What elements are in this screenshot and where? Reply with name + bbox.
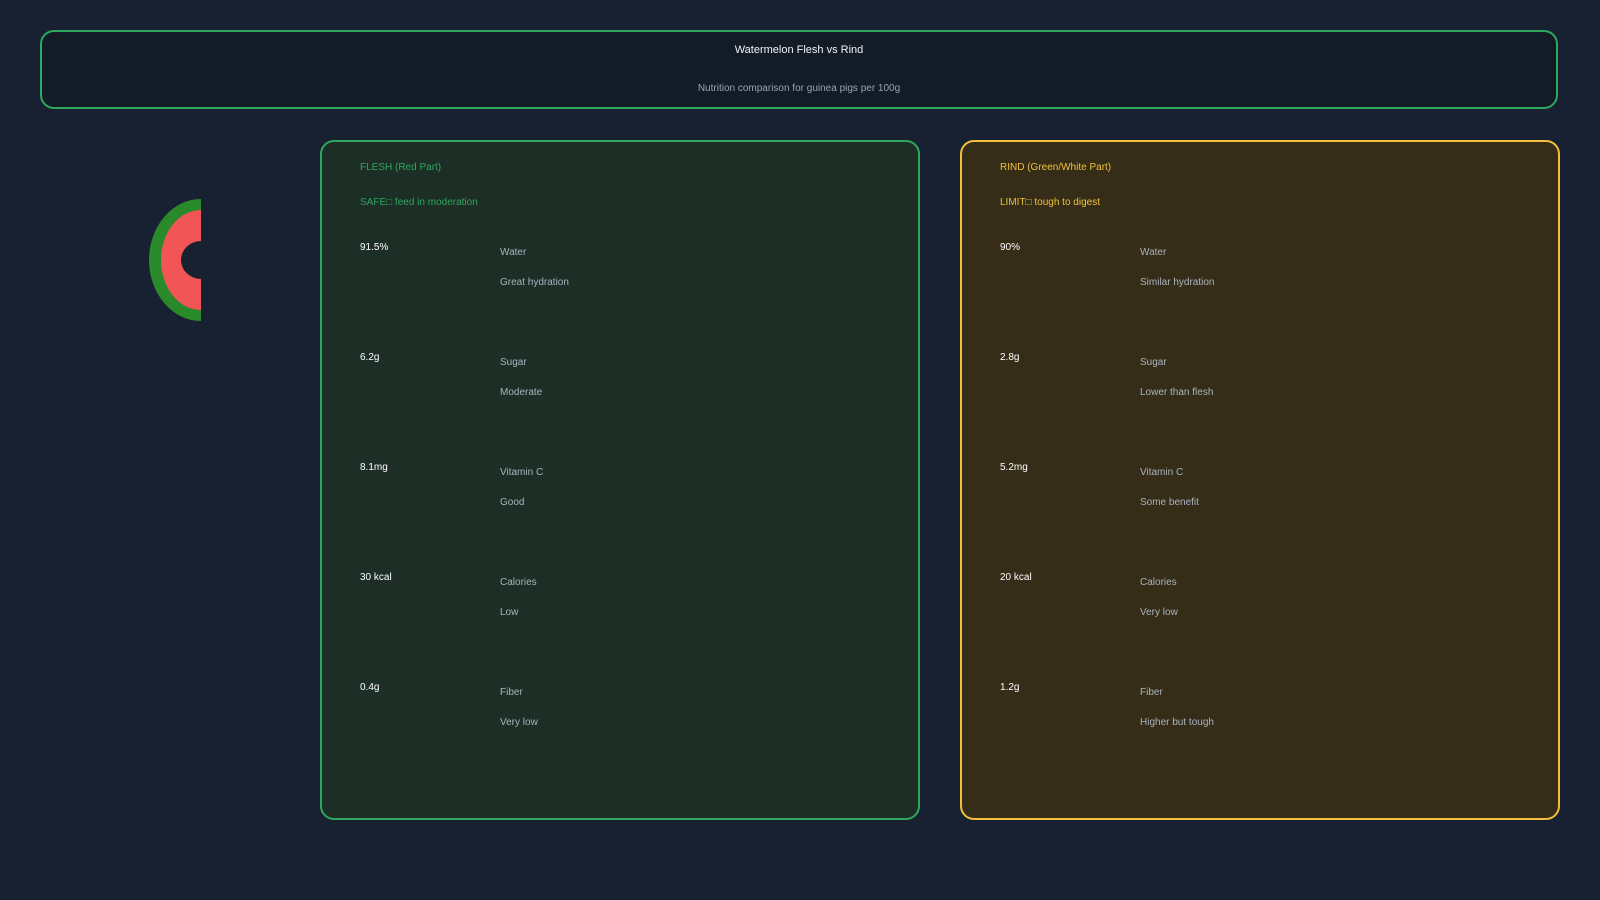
watermelon-slice-icon [149,199,201,321]
flesh-panel: FLESH (Red Part) SAFE□ feed in moderatio… [320,140,920,820]
flesh-value: 8.1mg [360,462,388,473]
flesh-value: 91.5% [360,242,389,253]
rind-verdict: LIMIT□ tough to digest [1000,197,1100,208]
flesh-verdict: SAFE□ feed in moderation [360,197,478,208]
rind-value: 5.2mg [1000,462,1028,473]
rind-row-water: 90% Water Similar hydration [1000,242,1520,342]
rind-note: Lower than flesh [1140,387,1214,398]
rind-nutrient: Vitamin C [1140,467,1184,478]
rind-panel: RIND (Green/White Part) LIMIT□ tough to … [960,140,1560,820]
flesh-row-sugar: 6.2g Sugar Moderate [360,352,880,452]
rind-row-fiber: 1.2g Fiber Higher but tough [1000,682,1520,782]
rind-note: Similar hydration [1140,277,1215,288]
rind-nutrient: Water [1140,247,1167,258]
rind-value: 20 kcal [1000,572,1032,583]
rind-value: 2.8g [1000,352,1020,363]
rind-row-calories: 20 kcal Calories Very low [1000,572,1520,672]
flesh-note: Low [500,607,519,618]
flesh-nutrient: Sugar [500,357,527,368]
flesh-note: Good [500,497,525,508]
flesh-row-calories: 30 kcal Calories Low [360,572,880,672]
page-subtitle: Nutrition comparison for guinea pigs per… [697,83,901,94]
flesh-panel-title: FLESH (Red Part) [360,162,442,173]
flesh-nutrient: Fiber [500,687,523,698]
rind-row-sugar: 2.8g Sugar Lower than flesh [1000,352,1520,452]
flesh-nutrient: Calories [500,577,537,588]
rind-value: 1.2g [1000,682,1020,693]
flesh-row-fiber: 0.4g Fiber Very low [360,682,880,782]
flesh-value: 6.2g [360,352,380,363]
page-title: Watermelon Flesh vs Rind [734,44,864,56]
flesh-nutrient: Water [500,247,527,258]
title-banner: Watermelon Flesh vs Rind Nutrition compa… [40,30,1558,109]
rind-panel-title: RIND (Green/White Part) [1000,162,1112,173]
flesh-note: Great hydration [500,277,569,288]
flesh-note: Very low [500,717,538,728]
rind-note: Very low [1140,607,1178,618]
rind-nutrient: Sugar [1140,357,1167,368]
flesh-row-vitamin-c: 8.1mg Vitamin C Good [360,462,880,562]
rind-nutrient: Fiber [1140,687,1163,698]
rind-note: Higher but tough [1140,717,1214,728]
rind-note: Some benefit [1140,497,1199,508]
flesh-value: 30 kcal [360,572,392,583]
rind-row-vitamin-c: 5.2mg Vitamin C Some benefit [1000,462,1520,562]
flesh-row-water: 91.5% Water Great hydration [360,242,880,342]
flesh-note: Moderate [500,387,543,398]
flesh-nutrient: Vitamin C [500,467,544,478]
rind-nutrient: Calories [1140,577,1177,588]
rind-value: 90% [1000,242,1021,253]
flesh-value: 0.4g [360,682,380,693]
